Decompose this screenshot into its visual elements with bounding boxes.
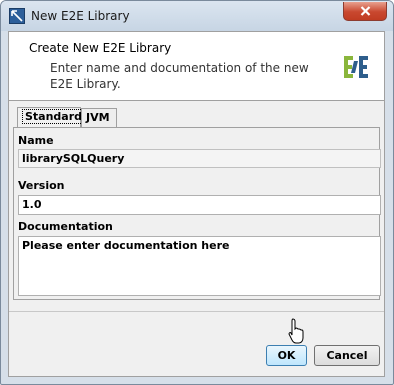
version-field[interactable]: 1.0: [18, 195, 381, 215]
name-field[interactable]: librarySQLQuery: [18, 149, 381, 168]
window-title: New E2E Library: [31, 9, 130, 23]
header-description: Enter name and documentation of the new …: [50, 61, 309, 91]
tab-standard-label: Standard: [22, 109, 86, 124]
version-label: Version: [18, 179, 65, 192]
footer-separator: [9, 311, 384, 312]
cancel-button[interactable]: Cancel: [314, 345, 380, 366]
e2e-logo-icon: [344, 56, 368, 78]
dialog-header: Create New E2E Library Enter name and do…: [9, 32, 384, 101]
title-bar[interactable]: New E2E Library: [1, 1, 393, 31]
mouse-cursor-icon: [288, 318, 304, 344]
name-label: Name: [18, 134, 54, 147]
close-button[interactable]: [343, 2, 387, 21]
tab-standard[interactable]: Standard: [17, 107, 86, 128]
dialog-window: New E2E Library Create New E2E Library E…: [0, 0, 394, 385]
tab-jvm[interactable]: JVM: [81, 108, 117, 127]
dialog-content: Create New E2E Library Enter name and do…: [8, 31, 385, 377]
app-icon: [9, 8, 25, 24]
tab-jvm-label: JVM: [86, 111, 110, 124]
standard-panel: Name librarySQLQuery Version 1.0 Documen…: [13, 127, 381, 300]
close-icon: [360, 6, 371, 16]
header-title: Create New E2E Library: [29, 41, 172, 55]
documentation-textarea[interactable]: Please enter documentation here: [18, 236, 381, 296]
ok-button[interactable]: OK: [266, 345, 307, 366]
documentation-label: Documentation: [18, 220, 113, 233]
